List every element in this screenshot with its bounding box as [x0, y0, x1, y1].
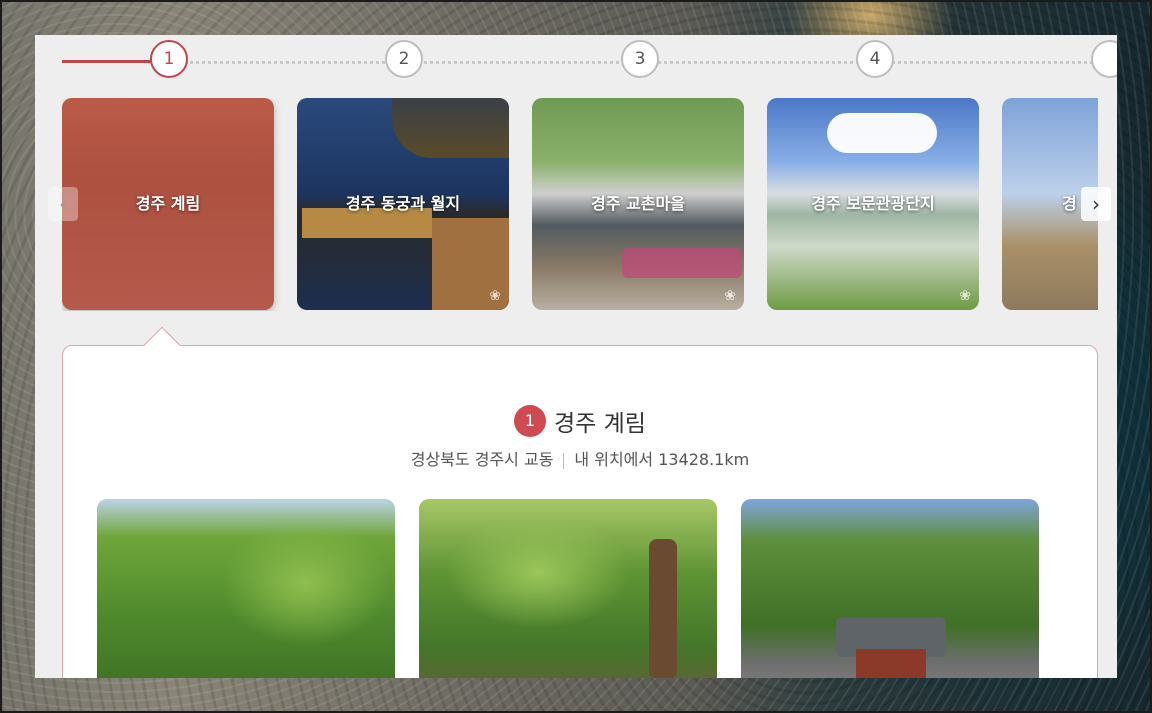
step-5[interactable] [1091, 40, 1117, 78]
carousel-next-button[interactable]: › [1081, 187, 1111, 221]
place-photo-2[interactable] [419, 499, 717, 678]
place-card-bomun[interactable]: 경주 보문관광단지 ❀ [767, 98, 979, 310]
step-3[interactable]: 3 [621, 40, 659, 78]
place-title: 경주 계림 [554, 411, 646, 437]
place-card-label: 경주 교촌마을 [591, 194, 685, 213]
divider [563, 452, 565, 469]
step-1[interactable]: 1 [150, 40, 188, 78]
place-photo-3[interactable] [741, 499, 1039, 678]
place-card-label: 경주 보문관광단지 [811, 194, 935, 213]
step-4[interactable]: 4 [856, 40, 894, 78]
chevron-right-icon: › [1092, 192, 1100, 216]
place-number-badge: 1 [514, 405, 547, 437]
place-address: 경상북도 경주시 교동 [410, 450, 554, 469]
course-panel: 1 2 3 4 경주 계림 경주 동궁과 월지 ❀ 경주 교촌마을 ❀ 경주 보… [35, 35, 1117, 678]
place-detail: 1 경주 계림 경상북도 경주시 교동 내 위치에서 13428.1km [62, 326, 1098, 678]
step-2[interactable]: 2 [385, 40, 423, 78]
watermark-icon: ❀ [724, 288, 736, 304]
place-carousel: 경주 계림 경주 동궁과 월지 ❀ 경주 교촌마을 ❀ 경주 보문관광단지 ❀ … [62, 98, 1098, 311]
place-card-label: 경주 동궁과 월지 [345, 194, 461, 213]
watermark-icon: ❀ [959, 288, 971, 304]
step-indicator: 1 2 3 4 [35, 35, 1117, 87]
place-card-donggung[interactable]: 경주 동궁과 월지 ❀ [297, 98, 509, 310]
place-card-label: 경주 계림 [135, 194, 201, 213]
step-progress [62, 60, 162, 63]
watermark-icon: ❀ [489, 288, 501, 304]
place-photo-1[interactable] [97, 499, 395, 678]
place-meta: 경상북도 경주시 교동 내 위치에서 13428.1km [63, 446, 1097, 470]
place-card-gyerim[interactable]: 경주 계림 [62, 98, 274, 310]
place-card-gyochon[interactable]: 경주 교촌마을 ❀ [532, 98, 744, 310]
detail-pointer [143, 326, 181, 364]
detail-title-row: 1 경주 계림 [63, 404, 1097, 438]
place-distance: 내 위치에서 13428.1km [574, 450, 750, 469]
